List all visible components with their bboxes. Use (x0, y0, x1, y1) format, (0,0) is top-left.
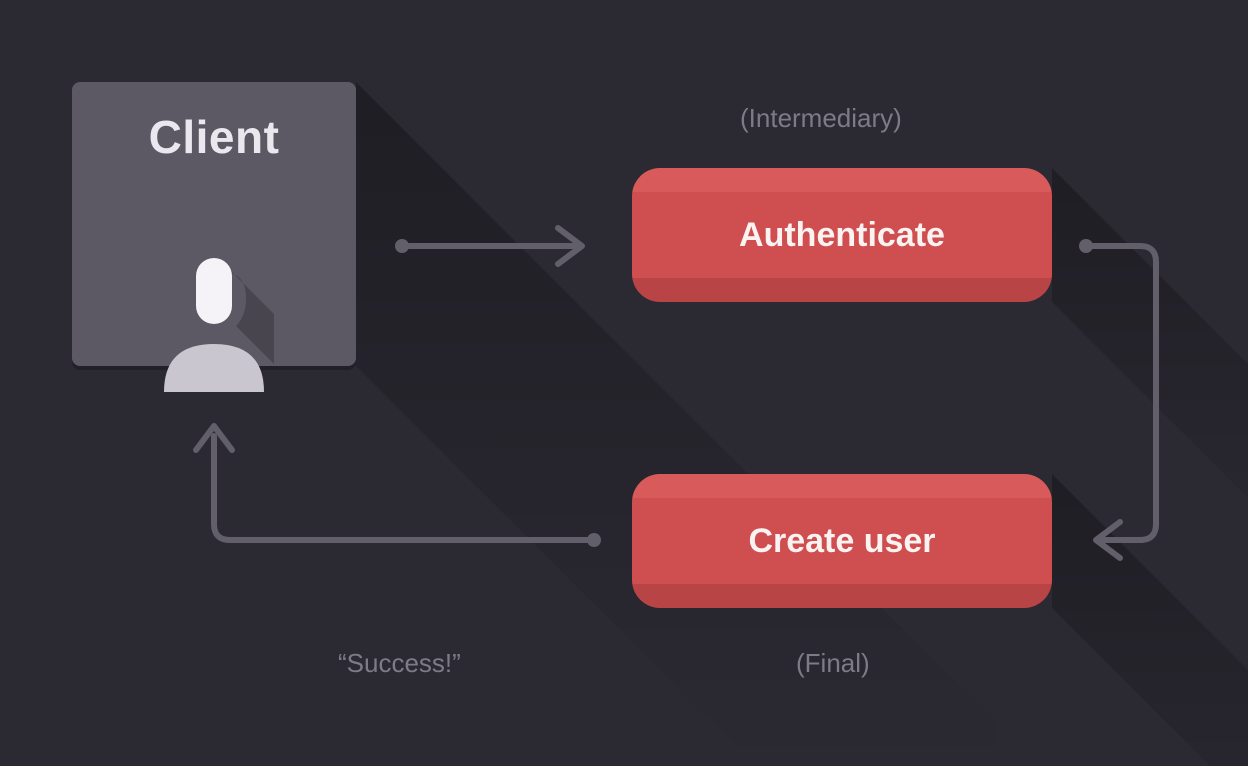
authenticate-node: Authenticate (632, 168, 1052, 302)
success-message: “Success!” (338, 648, 461, 679)
authenticate-label: Authenticate (632, 168, 1052, 302)
create-user-caption: (Final) (796, 648, 870, 679)
user-icon (154, 252, 274, 392)
shadow (1052, 474, 1248, 766)
client-title: Client (72, 110, 356, 164)
authenticate-caption: (Intermediary) (740, 103, 902, 134)
diagram-stage: Client Authenticate (Intermediary) Creat… (0, 0, 1248, 766)
client-node: Client (72, 82, 356, 366)
create-user-label: Create user (632, 474, 1052, 608)
create-user-node: Create user (632, 474, 1052, 608)
